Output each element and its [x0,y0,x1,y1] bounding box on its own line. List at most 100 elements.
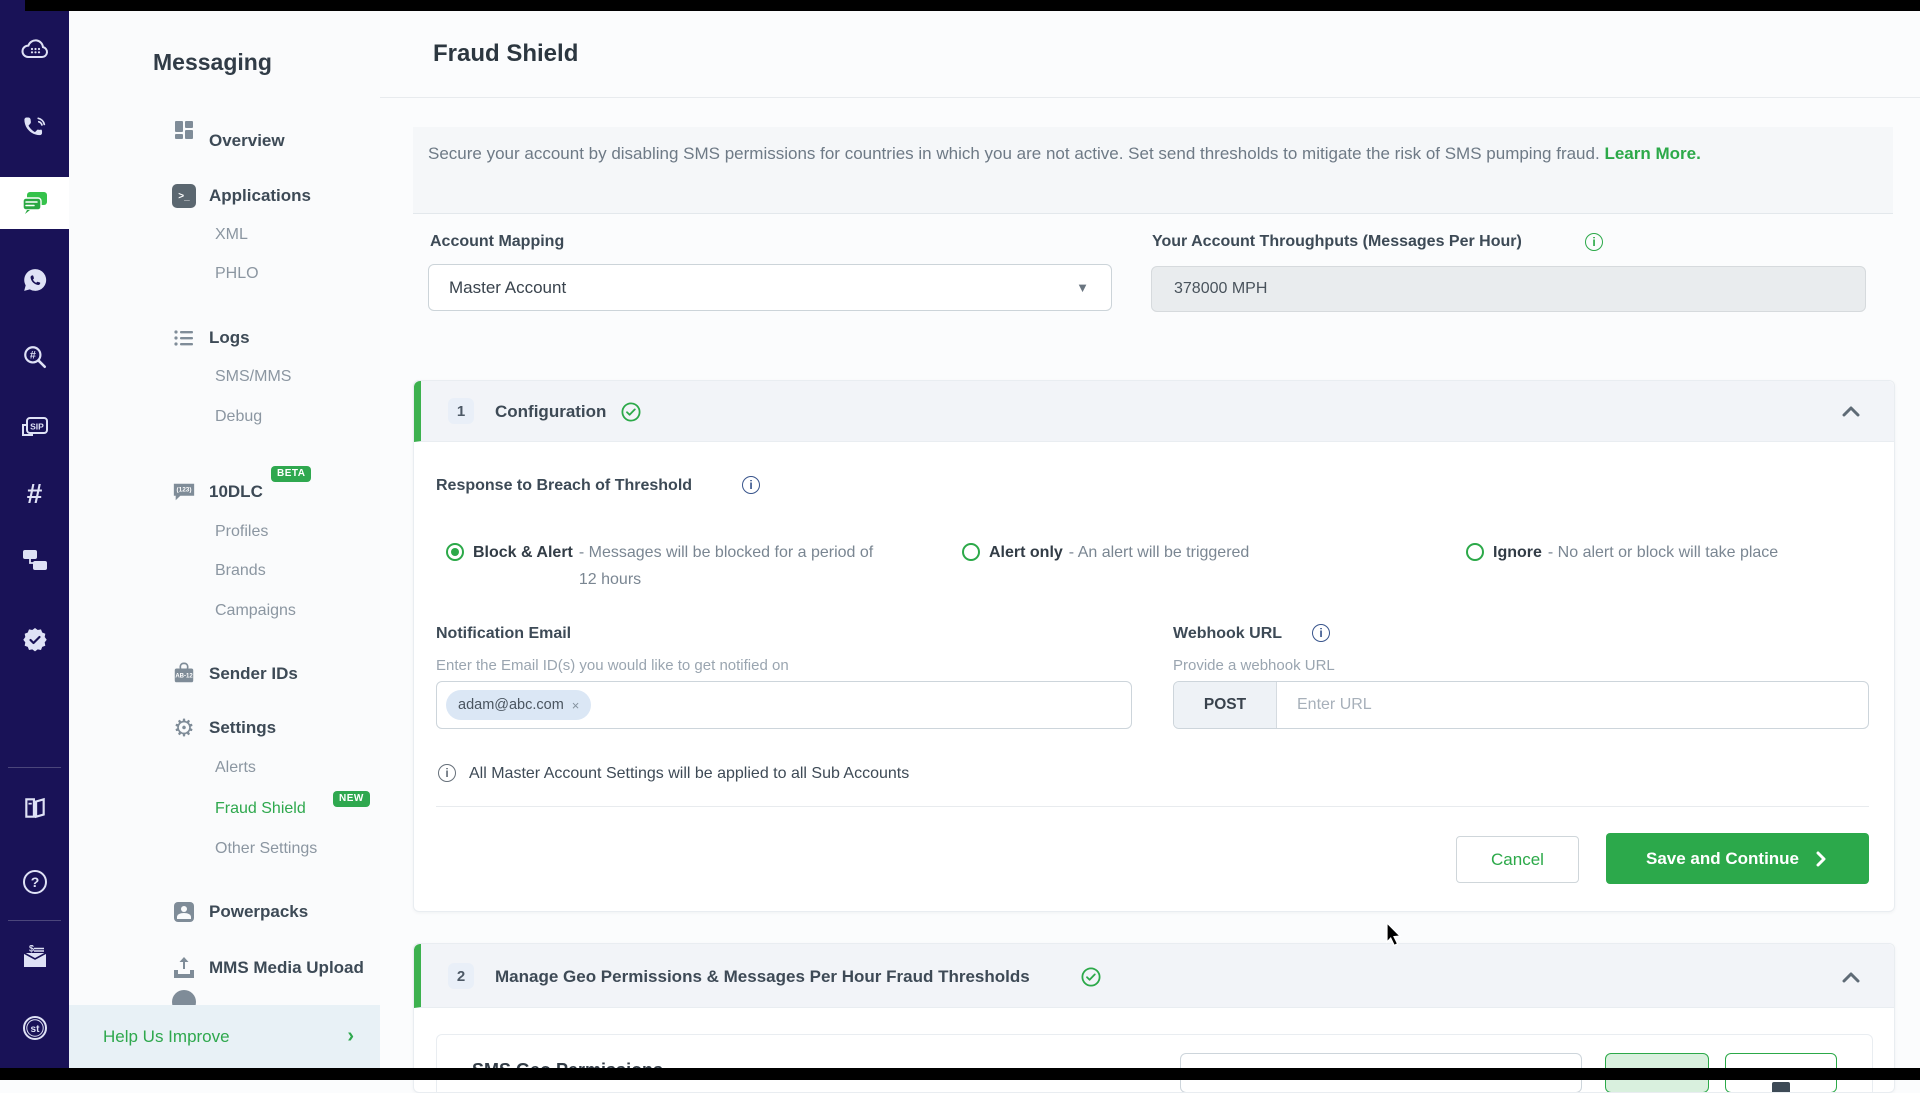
collapse-chevron-icon[interactable] [1838,398,1864,424]
bottom-letterbox-bar [0,1068,1920,1080]
status-icon[interactable]: st [0,1008,69,1048]
sip-trunking-icon[interactable]: SIP [0,407,69,447]
chip-remove-icon[interactable]: × [572,698,580,713]
cancel-button[interactable]: Cancel [1456,836,1579,883]
footer-divider [436,806,1869,807]
main-content: Fraud Shield Secure your account by disa… [380,11,1920,1080]
svg-text:?: ? [30,874,39,890]
ten-dlc-icon: (123) [172,480,196,504]
email-chip: adam@abc.com × [446,690,591,720]
sidebar-item-settings[interactable]: Settings [209,716,276,740]
shortcode-icon[interactable]: # [0,474,69,514]
clipped-button-icon [1772,1082,1790,1092]
radio-selected-icon[interactable] [446,543,464,561]
info-icon[interactable]: i [742,476,760,494]
radio-icon[interactable] [962,543,980,561]
billing-icon[interactable]: $ [0,938,69,978]
help-icon[interactable]: ? [0,862,69,902]
collapse-chevron-icon[interactable] [1838,964,1864,990]
step-number: 2 [448,963,474,989]
sidebar-item-sender-ids[interactable]: Sender IDs [209,662,298,686]
sidebar-title: Messaging [153,49,272,76]
sidebar-item-brands[interactable]: Brands [215,559,266,583]
top-letterbox-bar [25,0,1920,11]
sidebar-item-debug[interactable]: Debug [215,405,262,429]
webhook-helper: Provide a webhook URL [1173,657,1335,674]
configuration-header[interactable]: 1 Configuration [414,381,1894,442]
http-method-segment: POST [1174,682,1277,728]
notification-email-label: Notification Email [436,625,571,643]
sidebar-item-overview[interactable]: Overview [209,129,285,153]
section-title: Configuration [495,402,606,422]
sidebar-item-10dlc[interactable]: 10DLC [209,480,263,504]
page-description: Secure your account by disabling SMS per… [428,140,1868,168]
response-threshold-label: Response to Breach of Threshold [436,477,692,495]
info-icon[interactable]: i [1585,233,1603,251]
sidebar-item-xml[interactable]: XML [215,223,248,247]
mms-upload-icon [172,956,196,980]
check-circle-icon [1081,967,1101,987]
webhook-url-input[interactable] [1277,682,1868,728]
phlo-flow-icon[interactable] [0,540,69,580]
sidebar-item-sms-mms[interactable]: SMS/MMS [215,365,291,389]
rail-divider [8,920,61,921]
sender-ids-icon: AB-12 [172,662,196,686]
webhook-url-group: POST [1173,681,1869,729]
radio-icon[interactable] [1466,543,1484,561]
sidebar-item-other-settings[interactable]: Other Settings [215,837,317,861]
sidebar-item-fraud-shield[interactable]: Fraud Shield [215,797,306,821]
icon-rail: # SIP # ? $ st [0,0,69,1080]
sidebar-item-phlo[interactable]: PHLO [215,262,259,286]
messaging-icon[interactable] [0,191,69,215]
help-us-improve-label: Help Us Improve [103,1027,230,1047]
page-title: Fraud Shield [433,40,578,68]
sidebar: Messaging Overview >_ Applications XML P… [69,11,381,1080]
compliance-badge-icon[interactable] [0,620,69,660]
rail-divider [8,767,61,768]
whatsapp-icon[interactable] [0,260,69,300]
notification-email-input[interactable]: adam@abc.com × [436,681,1132,729]
overview-icon [172,118,196,142]
webhook-url-label: Webhook URL [1173,625,1282,643]
sidebar-item-logs[interactable]: Logs [209,326,250,350]
docs-icon[interactable] [0,788,69,828]
help-us-improve-bar[interactable]: Help Us Improve › [69,1005,380,1068]
radio-ignore[interactable]: Ignore - No alert or block will take pla… [1466,539,1896,566]
configuration-card: 1 Configuration Response to Breach of Th… [413,380,1895,912]
applications-terminal-icon: >_ [172,184,196,208]
account-mapping-select[interactable]: Master Account ▼ [428,264,1112,311]
radio-alert-only[interactable]: Alert only - An alert will be triggered [962,539,1392,566]
sidebar-item-profiles[interactable]: Profiles [215,520,268,544]
voice-call-icon[interactable] [0,107,69,147]
sidebar-item-powerpacks[interactable]: Powerpacks [209,900,308,924]
caret-down-icon: ▼ [1076,280,1089,295]
new-badge: NEW [333,791,370,807]
sidebar-item-mms-media-upload[interactable]: MMS Media Upload [209,956,364,980]
powerpacks-icon [172,900,196,924]
svg-text:#: # [29,350,35,362]
sidebar-item-alerts[interactable]: Alerts [215,756,256,780]
sidebar-item-campaigns[interactable]: Campaigns [215,599,296,623]
step-number: 1 [448,398,474,424]
notification-email-helper: Enter the Email ID(s) you would like to … [436,657,789,674]
svg-text:(123): (123) [176,487,191,494]
beta-badge: BETA [271,466,311,482]
account-mapping-label: Account Mapping [430,233,564,251]
chevron-right-icon [1813,851,1829,867]
sidebar-item-applications[interactable]: Applications [209,184,311,208]
info-icon: i [438,764,456,782]
save-and-continue-button[interactable]: Save and Continue [1606,833,1869,884]
number-search-icon[interactable]: # [0,337,69,377]
master-account-note: All Master Account Settings will be appl… [469,765,909,783]
header-divider [380,97,1920,98]
radio-block-and-alert[interactable]: Block & Alert - Messages will be blocked… [446,539,886,593]
throughputs-value-field: 378000 MPH [1151,266,1866,312]
geo-permissions-panel: SMS Geo Permissions [436,1034,1873,1093]
cloud-dialpad-icon[interactable] [0,30,69,70]
description-band: Secure your account by disabling SMS per… [413,127,1893,214]
chevron-right-icon: › [347,1025,354,1048]
learn-more-link[interactable]: Learn More. [1604,144,1700,163]
svg-text:st: st [30,1024,40,1035]
geo-permissions-header[interactable]: 2 Manage Geo Permissions & Messages Per … [414,944,1894,1008]
info-icon[interactable]: i [1312,624,1330,642]
